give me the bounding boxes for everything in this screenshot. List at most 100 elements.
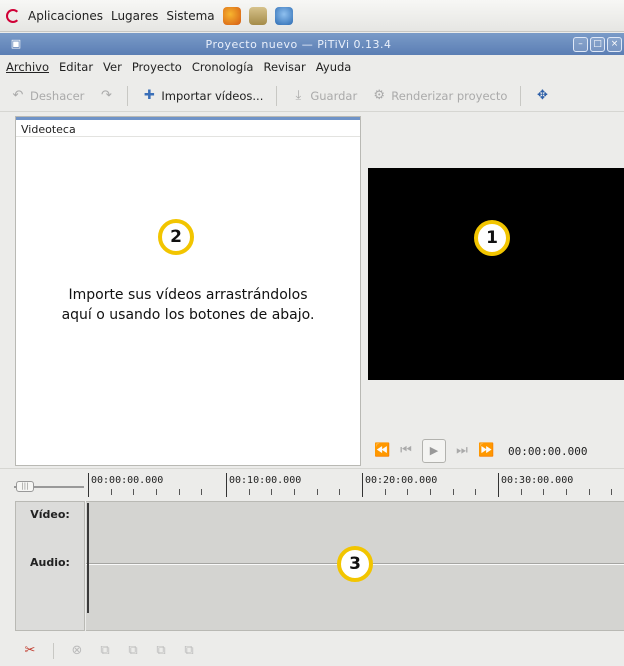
- playhead[interactable]: [87, 503, 89, 613]
- save-label: Guardar: [310, 88, 358, 103]
- ruler-minor-tick: [271, 489, 272, 495]
- menu-editar[interactable]: Editar: [59, 60, 93, 74]
- window-titlebar[interactable]: ▣ Proyecto nuevo — PiTiVi 0.13.4 – □ ×: [0, 33, 624, 55]
- track-header-column: Vídeo: Audio:: [15, 501, 85, 631]
- menubar: Archivo Editar Ver Proyecto Cronología R…: [0, 56, 624, 78]
- close-icon[interactable]: ×: [607, 36, 622, 52]
- video-viewer: 1: [368, 168, 624, 380]
- ruler-minor-tick: [430, 489, 431, 495]
- callout-badge-2: 2: [158, 219, 194, 255]
- render-label: Renderizar proyecto: [391, 88, 508, 103]
- ruler-minor-tick: [339, 489, 340, 495]
- track-label-video: Vídeo:: [30, 508, 70, 521]
- ruler-minor-tick: [611, 489, 612, 495]
- toolbar-separator: [276, 85, 278, 106]
- delete-clip-icon[interactable]: ⊗: [69, 643, 85, 659]
- play-button[interactable]: ▶: [422, 439, 446, 463]
- redo-button[interactable]: ↷: [94, 85, 118, 107]
- ruler-major-tick: [362, 473, 363, 497]
- undo-label: Deshacer: [30, 88, 85, 103]
- media-library-empty-message: Importe sus vídeos arrastrándolos aquí o…: [16, 285, 360, 325]
- ruler-major-tick: [498, 473, 499, 497]
- group-icon[interactable]: ⧉: [181, 643, 197, 659]
- menu-ayuda[interactable]: Ayuda: [316, 60, 352, 74]
- fullscreen-button[interactable]: ✥: [530, 85, 554, 107]
- minimize-icon[interactable]: –: [573, 36, 588, 52]
- panel-menu-aplicaciones[interactable]: Aplicaciones: [28, 9, 103, 23]
- goto-start-icon[interactable]: ⏮: [398, 443, 414, 459]
- ruler-minor-tick: [294, 489, 295, 495]
- unlink-icon[interactable]: ⧉: [97, 643, 113, 659]
- ruler-minor-tick: [179, 489, 180, 495]
- fast-forward-icon[interactable]: ⏩: [478, 443, 494, 459]
- gnome-top-panel: Aplicaciones Lugares Sistema: [0, 0, 624, 32]
- app-menu-icon[interactable]: ▣: [8, 36, 24, 52]
- ruler-minor-tick: [111, 489, 112, 495]
- menu-archivo[interactable]: Archivo: [6, 60, 49, 74]
- menu-ver[interactable]: Ver: [103, 60, 122, 74]
- menu-cronologia[interactable]: Cronología: [192, 60, 254, 74]
- timecode-display: 00:00:00.000: [508, 444, 588, 458]
- ruler-minor-tick: [566, 489, 567, 495]
- rewind-icon[interactable]: ⏪: [374, 443, 390, 459]
- ruler-minor-tick: [407, 489, 408, 495]
- ruler-major-tick: [226, 473, 227, 497]
- ruler-minor-tick: [201, 489, 202, 495]
- save-button[interactable]: ⤓ Guardar: [286, 85, 361, 107]
- maximize-icon[interactable]: □: [590, 36, 605, 52]
- toolbar-separator: [127, 85, 129, 106]
- ruler-label: 00:00:00.000: [91, 475, 164, 486]
- ruler-minor-tick: [249, 489, 250, 495]
- add-icon: ✚: [143, 87, 155, 103]
- empty-message-line-2: aquí o usando los botones de abajo.: [61, 307, 315, 323]
- firefox-icon[interactable]: [222, 6, 241, 25]
- callout-badge-1: 1: [474, 220, 510, 256]
- panel-menu-lugares[interactable]: Lugares: [111, 9, 158, 23]
- ruler-label: 00:30:00.000: [501, 475, 574, 486]
- thunderbird-icon[interactable]: [274, 6, 293, 25]
- menu-revisar[interactable]: Revisar: [263, 60, 305, 74]
- ruler-minor-tick: [385, 489, 386, 495]
- render-project-button[interactable]: ⚙ Renderizar proyecto: [367, 85, 511, 107]
- callout-badge-3: 3: [337, 546, 373, 582]
- empty-message-line-1: Importe sus vídeos arrastrándolos: [68, 287, 308, 303]
- ruler-minor-tick: [589, 489, 590, 495]
- playback-controls: ⏪ ⏮ ▶ ⏭ ⏩ 00:00:00.000: [368, 436, 624, 466]
- ruler-minor-tick: [133, 489, 134, 495]
- timeline-toolbar: ✂ ⊗ ⧉ ⧉ ⧉ ⧉: [0, 636, 624, 666]
- toolbar-separator: [520, 85, 522, 106]
- media-library-tab[interactable]: Videoteca: [16, 117, 360, 137]
- media-library-panel[interactable]: Videoteca 2 Importe sus vídeos arrastrán…: [15, 116, 361, 466]
- window-title: Proyecto nuevo — PiTiVi 0.13.4: [205, 37, 392, 51]
- debian-swirl-icon[interactable]: [6, 8, 20, 23]
- undo-button[interactable]: ↶ Deshacer: [6, 85, 88, 107]
- toolbar-separator: [53, 643, 54, 659]
- goto-end-icon[interactable]: ⏭: [454, 443, 470, 459]
- ruler-minor-tick: [453, 489, 454, 495]
- save-icon: ⤓: [295, 87, 302, 103]
- import-videos-label: Importar vídeos...: [161, 88, 264, 103]
- ruler-minor-tick: [317, 489, 318, 495]
- ruler-minor-tick: [475, 489, 476, 495]
- link-icon[interactable]: ⧉: [125, 643, 141, 659]
- timeline-ruler[interactable]: ||| 00:00:00.000 00:10:00.000 00:20:00.0…: [0, 468, 624, 500]
- menu-proyecto[interactable]: Proyecto: [132, 60, 182, 74]
- ruler-major-tick: [88, 473, 89, 497]
- move-arrows-icon: ✥: [536, 87, 548, 103]
- main-toolbar: ↶ Deshacer ↷ ✚ Importar vídeos... ⤓ Guar…: [0, 80, 624, 112]
- home-folder-icon[interactable]: [248, 6, 267, 25]
- split-razor-icon[interactable]: ✂: [22, 643, 38, 659]
- track-label-audio: Audio:: [30, 556, 70, 569]
- ruler-label: 00:20:00.000: [365, 475, 438, 486]
- ruler-minor-tick: [521, 489, 522, 495]
- zoom-slider[interactable]: |||: [14, 481, 84, 492]
- import-videos-button[interactable]: ✚ Importar vídeos...: [137, 85, 267, 107]
- zoom-slider-handle[interactable]: |||: [16, 481, 34, 492]
- ruler-minor-tick: [543, 489, 544, 495]
- ruler-minor-tick: [156, 489, 157, 495]
- render-icon: ⚙: [373, 87, 386, 103]
- panel-menu-sistema[interactable]: Sistema: [166, 9, 214, 23]
- redo-icon: ↷: [100, 87, 112, 103]
- ruler-label: 00:10:00.000: [229, 475, 302, 486]
- ungroup-icon[interactable]: ⧉: [153, 643, 169, 659]
